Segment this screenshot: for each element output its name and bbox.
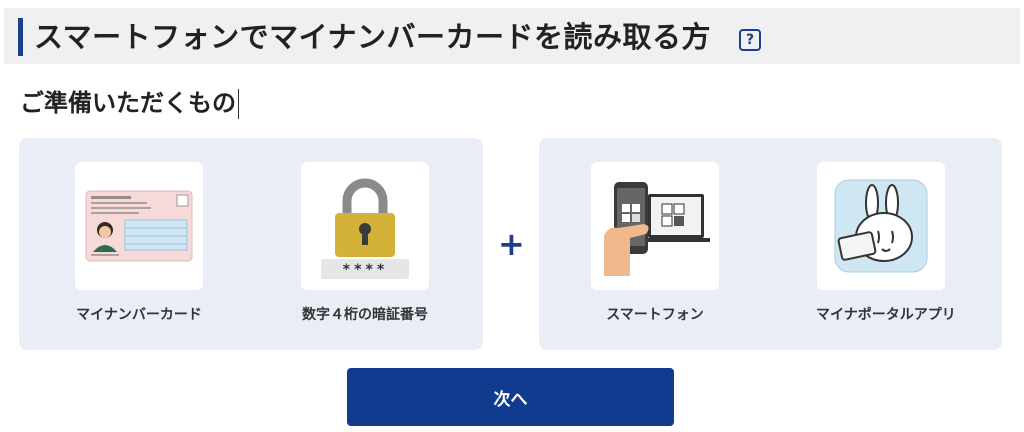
plus-icon: + — [498, 225, 525, 263]
item-label: マイナンバーカード — [76, 307, 202, 323]
item-app: マイナポータルアプリ — [816, 162, 956, 324]
text-cursor — [238, 89, 239, 119]
section-heading: ご準備いただくもの — [20, 86, 239, 120]
header-accent-bar — [18, 18, 23, 56]
item-label: マイナポータルアプリ — [816, 307, 956, 323]
pin-mask: **** — [342, 262, 388, 278]
smartphone-qr-icon — [591, 162, 719, 290]
item-label: 数字４桁の暗証番号 — [302, 307, 428, 323]
next-button[interactable]: 次へ — [347, 368, 674, 426]
page-header: スマートフォンでマイナンバーカードを読み取る方 ? — [4, 8, 1020, 64]
padlock-pin-icon: **** — [301, 162, 429, 290]
item-my-number-card: マイナンバーカード — [74, 162, 204, 324]
requirements-group-device: スマートフォン マイナポータルアプリ — [539, 138, 1002, 350]
help-icon[interactable]: ? — [739, 29, 761, 51]
requirements-group-card: マイナンバーカード **** 数字４桁の暗証番号 — [19, 138, 483, 350]
page-title: スマートフォンでマイナンバーカードを読み取る方 — [34, 20, 712, 54]
item-smartphone: スマートフォン — [590, 162, 720, 324]
item-pin: **** 数字４桁の暗証番号 — [300, 162, 430, 324]
mynaportal-app-icon — [817, 162, 945, 290]
item-label: スマートフォン — [606, 307, 704, 323]
my-number-card-icon — [75, 162, 203, 290]
